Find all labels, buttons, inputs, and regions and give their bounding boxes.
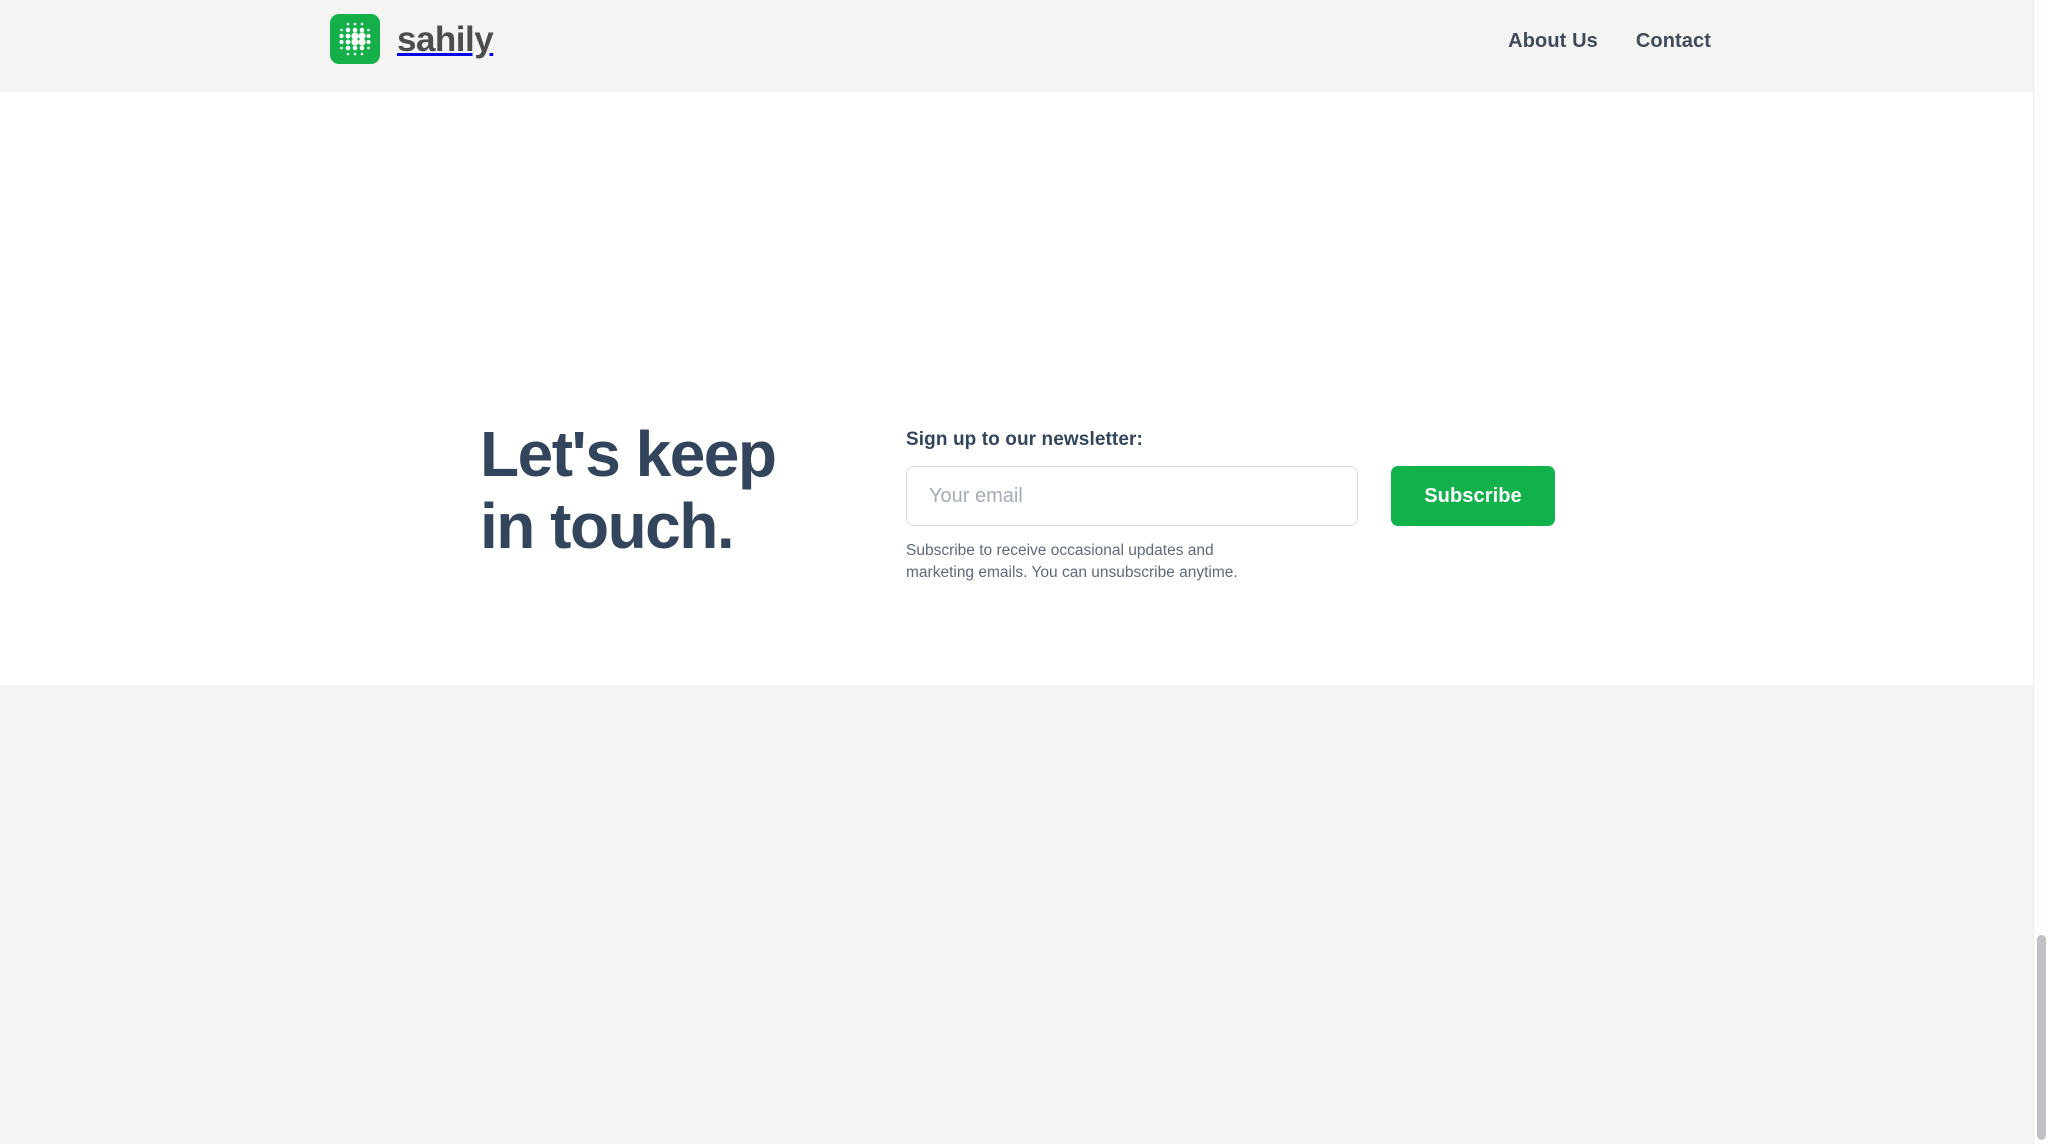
email-input[interactable] bbox=[906, 466, 1358, 526]
page-viewport: sahily About Us Contact Let's keep in to… bbox=[0, 0, 2033, 1144]
hero-title-line-2: in touch. bbox=[480, 489, 735, 562]
nav-link-about-us[interactable]: About Us bbox=[1508, 30, 1598, 53]
sahily-dot-matrix-logo-icon bbox=[330, 14, 380, 64]
site-footer: sahily bbox=[0, 685, 2033, 1144]
subscribe-button[interactable]: Subscribe bbox=[1391, 466, 1555, 526]
header-nav: About Us Contact bbox=[1508, 30, 1711, 53]
page-title: Let's keep in touch. bbox=[480, 418, 880, 562]
header-logo-wordmark: sahily bbox=[397, 19, 494, 59]
nav-link-contact[interactable]: Contact bbox=[1636, 30, 1711, 53]
page-root: sahily About Us Contact Let's keep in to… bbox=[0, 0, 2048, 1144]
hero-title-line-1: Let's keep bbox=[480, 418, 777, 490]
hero-section: Let's keep in touch. Sign up to our news… bbox=[0, 92, 2033, 685]
newsletter-fineprint: Subscribe to receive occasional updates … bbox=[906, 542, 1238, 581]
newsletter-label: Sign up to our newsletter: bbox=[906, 429, 1143, 450]
newsletter-input-row: Subscribe bbox=[906, 466, 1566, 526]
header-logo-link[interactable]: sahily bbox=[330, 14, 494, 64]
page-scrollbar[interactable] bbox=[2033, 0, 2048, 1144]
page-scrollbar-thumb[interactable] bbox=[2037, 935, 2046, 1140]
newsletter-signup-form: Sign up to our newsletter: Subscribe Sub… bbox=[906, 429, 1566, 584]
site-header: sahily About Us Contact bbox=[0, 0, 2033, 92]
